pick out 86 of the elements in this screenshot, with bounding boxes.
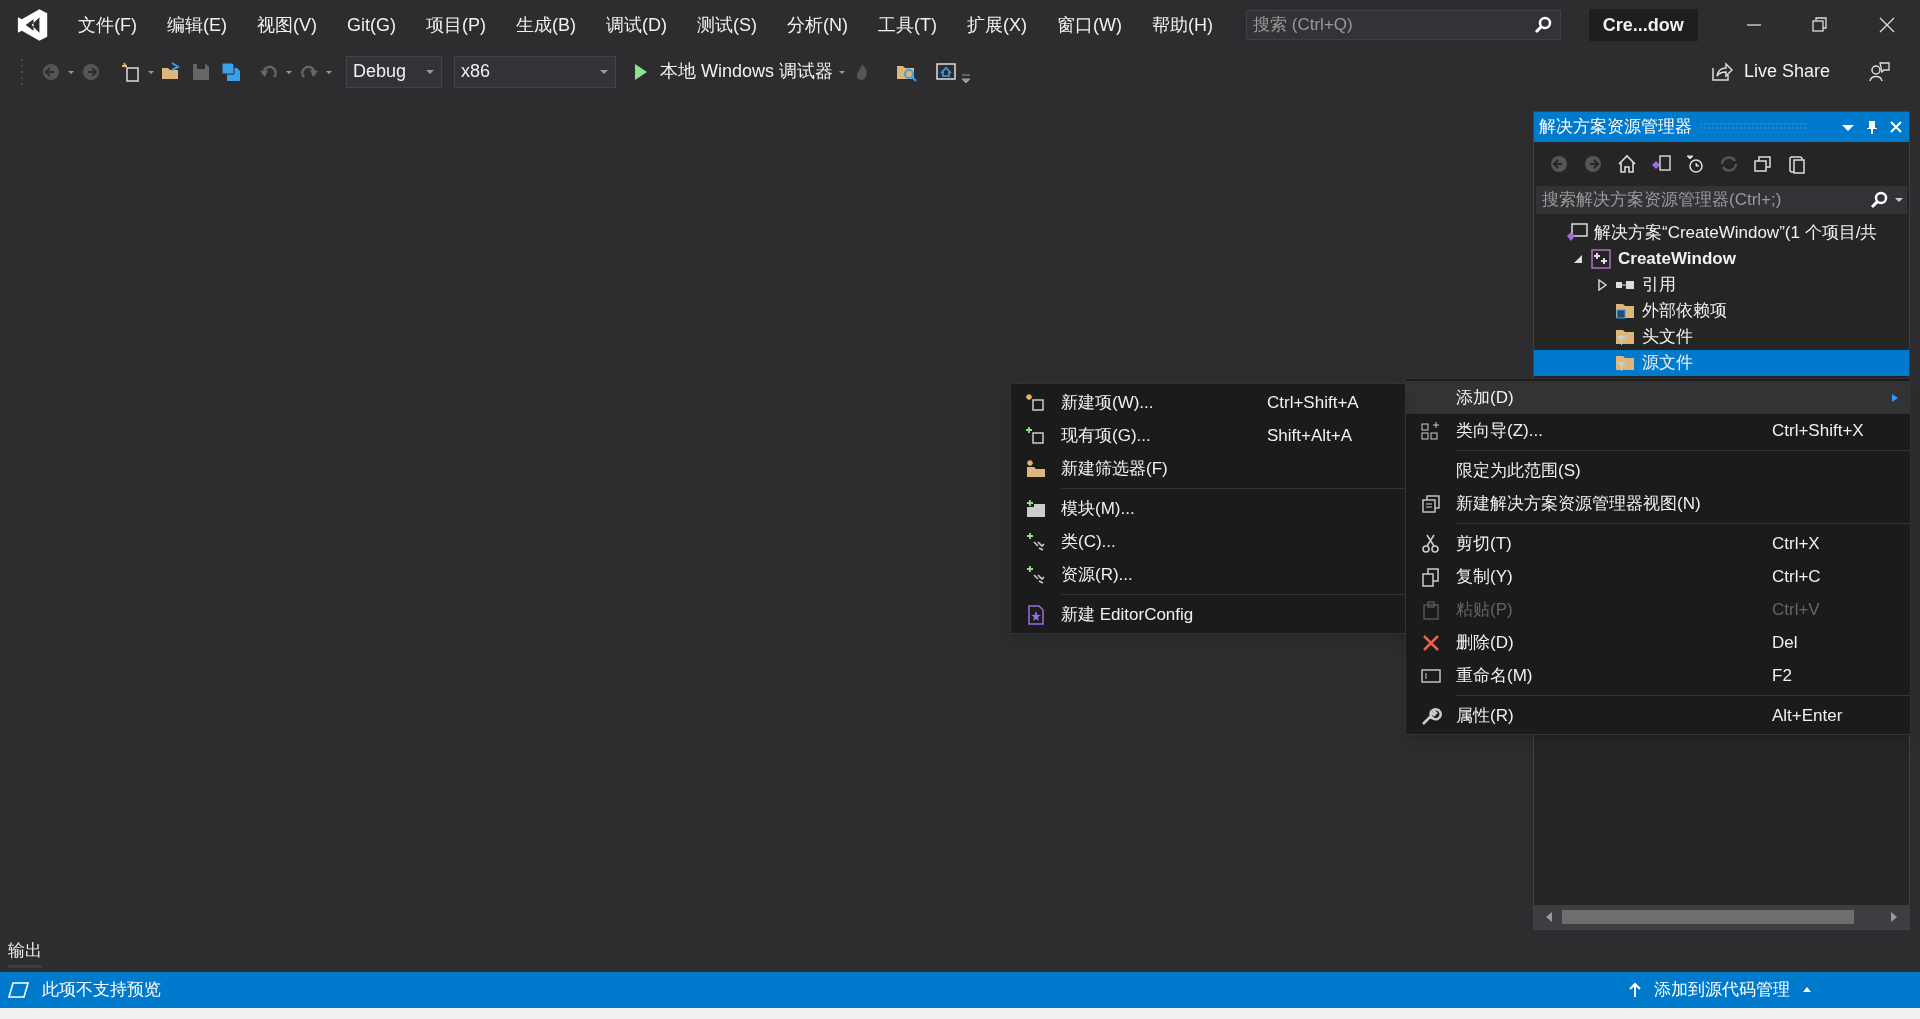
- menu-item[interactable]: 剪切(T) Ctrl+X: [1406, 527, 1910, 560]
- class-wizard-icon: [1420, 419, 1442, 442]
- overflow-icon: [961, 72, 972, 85]
- status-message: 此项不支持预览: [42, 979, 161, 1002]
- menu-item[interactable]: 类向导(Z)... Ctrl+Shift+X: [1406, 414, 1910, 447]
- menu-item[interactable]: 新建筛选器(F): [1011, 452, 1405, 485]
- caret-icon: [1802, 985, 1812, 995]
- menu-item[interactable]: 类(C)...: [1011, 525, 1405, 558]
- clipboard-icon: [1420, 598, 1442, 621]
- menu-item[interactable]: 视图(V): [242, 11, 333, 39]
- class-icon: [1025, 563, 1047, 586]
- tree-item[interactable]: 头文件: [1534, 324, 1909, 350]
- preview-icon: [8, 980, 30, 1000]
- dropdown-icon: [1894, 195, 1904, 205]
- menu-item[interactable]: 生成(B): [501, 11, 592, 39]
- new-item-icon: [1025, 391, 1047, 414]
- save-all-icon: [220, 60, 242, 83]
- scissors-icon: [1420, 532, 1442, 555]
- refresh-icon: [1718, 153, 1740, 175]
- platform-dropdown[interactable]: x86: [454, 55, 616, 88]
- menu-item[interactable]: 现有项(G)... Shift+Alt+A: [1011, 419, 1405, 452]
- search-icon: [1532, 15, 1553, 35]
- menu-item[interactable]: 调试(D): [591, 11, 683, 39]
- tree-item[interactable]: 解决方案“CreateWindow”(1 个项目/共: [1534, 220, 1909, 246]
- menu-item[interactable]: 窗口(W): [1042, 11, 1138, 39]
- feedback-icon: [1868, 60, 1890, 83]
- history-icon: [1684, 153, 1706, 175]
- menu-item[interactable]: 工具(T): [863, 11, 953, 39]
- tree-item[interactable]: 引用: [1534, 272, 1909, 298]
- grip-icon: [1700, 123, 1806, 131]
- tree-item[interactable]: 源文件: [1534, 350, 1909, 376]
- project-icon: [1590, 248, 1612, 270]
- menu-item[interactable]: 限定为此范围(S): [1406, 454, 1910, 487]
- menu-item[interactable]: 新建解决方案资源管理器视图(N): [1406, 487, 1910, 520]
- copy-icon: [1786, 153, 1808, 175]
- menu-item[interactable]: 属性(R) Alt+Enter: [1406, 699, 1910, 732]
- up-arrow-icon: [1628, 981, 1642, 999]
- menu-item[interactable]: 模块(M)...: [1011, 492, 1405, 525]
- new-folder-icon: [1025, 457, 1047, 480]
- scroll-left-icon: [1544, 910, 1554, 924]
- home-window-icon: [935, 60, 958, 83]
- tree-item[interactable]: CreateWindow: [1534, 246, 1909, 272]
- menu-item[interactable]: 新建项(W)... Ctrl+Shift+A: [1011, 386, 1405, 419]
- back-icon: [1548, 153, 1570, 175]
- new-view-icon: [1420, 492, 1442, 515]
- collapse-icon: [1752, 153, 1774, 175]
- menu-item[interactable]: 复制(Y) Ctrl+C: [1406, 560, 1910, 593]
- menu-item[interactable]: 重命名(M) F2: [1406, 659, 1910, 692]
- menu-item[interactable]: 新建 EditorConfig: [1011, 598, 1405, 631]
- menu-item[interactable]: 分析(N): [772, 11, 864, 39]
- home-icon: [1616, 153, 1638, 175]
- share-icon: [1709, 59, 1734, 84]
- copy-icon: [1420, 565, 1442, 588]
- explorer-search-field[interactable]: 搜索解决方案资源管理器(Ctrl+;): [1536, 186, 1907, 214]
- menu-item[interactable]: 删除(D) Del: [1406, 626, 1910, 659]
- menu-item[interactable]: 项目(P): [411, 11, 502, 39]
- scroll-right-icon: [1889, 910, 1899, 924]
- panel-title: 解决方案资源管理器: [1539, 116, 1692, 139]
- menu-item[interactable]: 添加(D): [1406, 381, 1910, 414]
- menu-item[interactable]: 编辑(E): [152, 11, 243, 39]
- live-share-button[interactable]: Live Share: [1709, 58, 1830, 85]
- source-control-button[interactable]: 添加到源代码管理: [1628, 977, 1812, 1003]
- existing-item-icon: [1025, 424, 1047, 447]
- star-file-icon: [1025, 603, 1047, 626]
- search-field[interactable]: 搜索 (Ctrl+Q): [1246, 10, 1561, 40]
- menu-item[interactable]: 文件(F): [63, 11, 153, 39]
- minimize-icon: [1746, 24, 1761, 26]
- close-icon: [1888, 119, 1904, 135]
- menu-item[interactable]: 测试(S): [682, 11, 773, 39]
- horizontal-scrollbar[interactable]: [1534, 905, 1909, 929]
- window-title: Cre...dow: [1588, 9, 1698, 41]
- menu-item[interactable]: 资源(R)...: [1011, 558, 1405, 591]
- output-tab[interactable]: 输出: [8, 937, 42, 968]
- tree-item[interactable]: 外部依赖项: [1534, 298, 1909, 324]
- run-button[interactable]: 本地 Windows 调试器: [628, 55, 838, 88]
- new-project-icon: [120, 60, 142, 83]
- menu-item[interactable]: 帮助(H): [1137, 11, 1229, 39]
- forward-icon: [1582, 153, 1604, 175]
- menu-item[interactable]: Git(G): [332, 11, 412, 39]
- pin-icon: [1864, 119, 1880, 135]
- module-icon: [1025, 497, 1047, 520]
- search-icon: [1869, 190, 1889, 210]
- class-icon: [1025, 530, 1047, 553]
- configuration-dropdown[interactable]: Debug: [346, 55, 442, 88]
- menu-item[interactable]: 扩展(X): [952, 11, 1043, 39]
- scrollbar-thumb[interactable]: [1562, 910, 1854, 924]
